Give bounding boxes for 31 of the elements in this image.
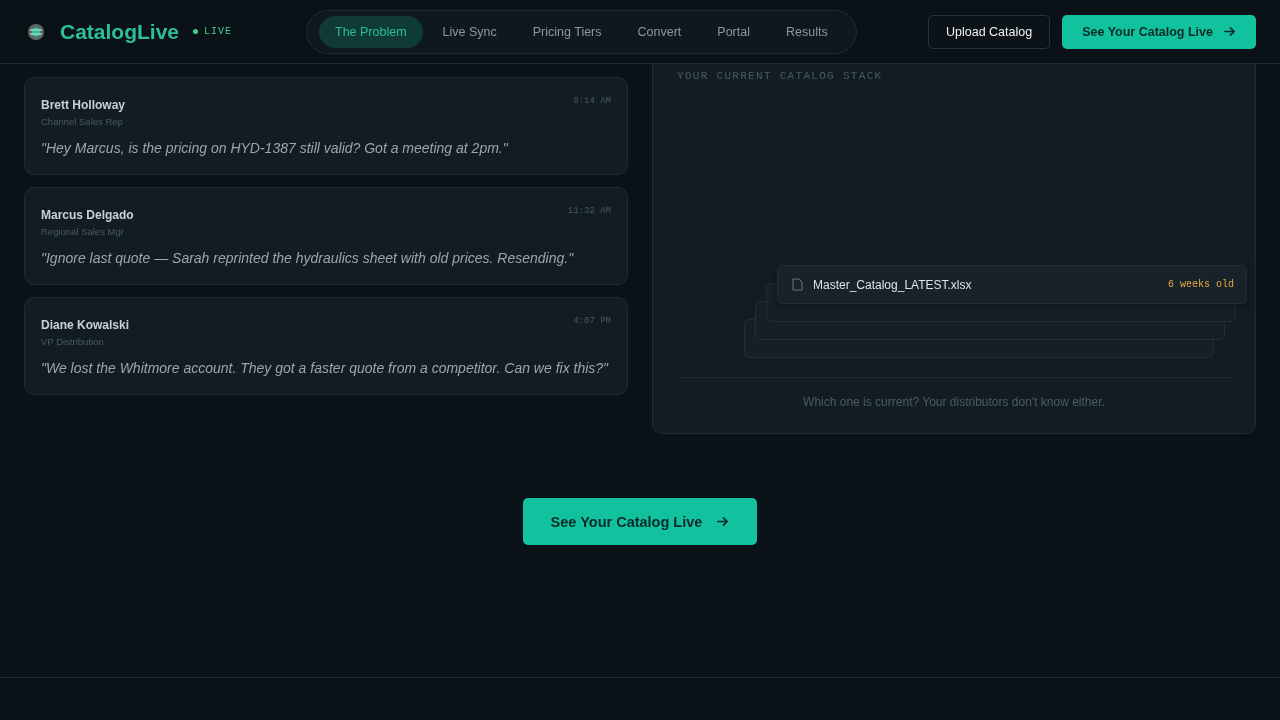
caption-text: Which one is current? Your distributors don't know either. [803, 395, 1105, 409]
file-card[interactable]: Master_Catalog_LATEST.xlsx 6 weeks old [777, 265, 1247, 304]
message-text: "Ignore last quote — Sarah reprinted the hydraulics sheet with old prices. Resending." [41, 250, 575, 266]
nav-tab[interactable]: Pricing Tiers [516, 15, 618, 48]
arrow-right-icon [1223, 25, 1236, 38]
sender-name: Diane Kowalski [41, 318, 130, 332]
live-status-label: LIVE [204, 26, 233, 37]
sender-name: Brett Holloway [41, 98, 125, 112]
message-text: "We lost the Whitmore account. They got a faster quote from a competitor. Can we fix this?" [41, 360, 610, 376]
cta-button[interactable]: See Your Catalog Live [522, 498, 758, 545]
nav-tab[interactable]: Portal [701, 15, 766, 48]
file-name: Master_Catalog_LATEST.xlsx [813, 277, 972, 292]
nav-tab[interactable]: Convert [621, 15, 698, 48]
sender-name: Marcus Delgado [41, 208, 134, 222]
message-time: 4:07 PM [573, 316, 611, 326]
nav-tab[interactable]: The Problem [319, 15, 423, 48]
globe-logo-icon [26, 21, 46, 42]
nav-tab[interactable]: Results [770, 15, 844, 48]
file-age: 6 weeks old [1168, 279, 1234, 290]
message-text: "Hey Marcus, is the pricing on HYD-1387 still valid? Got a meeting at 2pm." [41, 140, 509, 156]
file-icon [792, 278, 803, 291]
sender-role: VP Distribution [41, 336, 104, 347]
see-catalog-button[interactable]: See Your Catalog Live [1062, 14, 1256, 49]
arrow-right-icon [716, 515, 730, 528]
message-time: 9:14 AM [573, 96, 611, 106]
message-time: 11:32 AM [567, 206, 611, 216]
live-dot-icon [193, 29, 199, 34]
brand-name[interactable]: CatalogLive [60, 19, 180, 44]
upload-catalog-button[interactable]: Upload Catalog [928, 14, 1051, 49]
section-label: YOUR CURRENT CATALOG STACK [677, 70, 883, 82]
nav-tab[interactable]: Live Sync [426, 15, 513, 48]
